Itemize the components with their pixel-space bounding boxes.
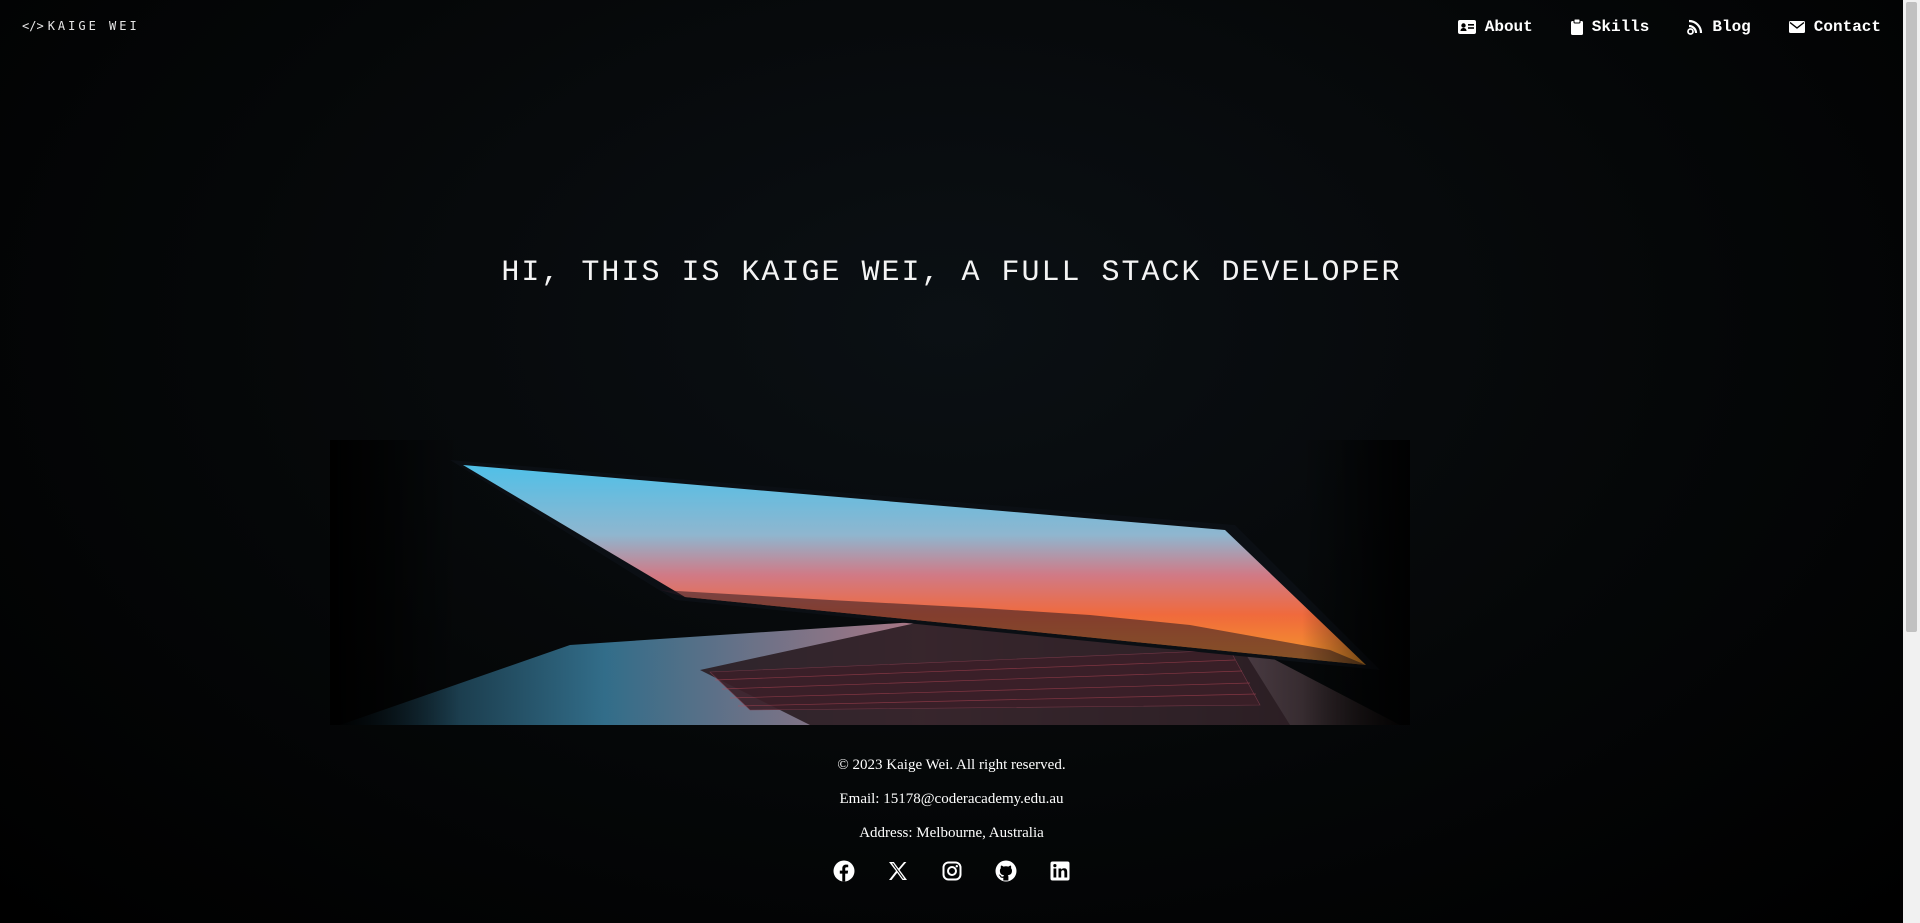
site-footer: © 2023 Kaige Wei. All right reserved. Em… (0, 756, 1903, 884)
main-nav: About Skills Blog Contact (1457, 18, 1881, 36)
envelope-icon (1788, 21, 1805, 33)
page: </> KAIGE WEI About Skills Blog Contact … (0, 0, 1903, 923)
hero-headline: HI, THIS IS KAIGE WEI, A FULL STACK DEVE… (501, 256, 1402, 290)
clipboard-icon (1570, 19, 1583, 35)
logo-text: KAIGE WEI (47, 19, 140, 33)
hero-laptop-image (330, 440, 1410, 725)
scrollbar-thumb[interactable] (1906, 2, 1917, 632)
site-logo[interactable]: </> KAIGE WEI (22, 19, 140, 33)
blog-icon (1687, 19, 1703, 35)
copyright-text: © 2023 Kaige Wei. All right reserved. (837, 757, 1066, 773)
nav-label-contact: Contact (1813, 18, 1881, 36)
address-text: Address: Melbourne, Australia (859, 825, 1044, 841)
facebook-icon[interactable] (831, 858, 857, 884)
linkedin-icon[interactable] (1047, 858, 1073, 884)
id-card-icon (1457, 20, 1476, 34)
nav-label-blog: Blog (1712, 18, 1751, 36)
nav-item-skills[interactable]: Skills (1570, 18, 1650, 36)
social-links (0, 858, 1903, 884)
nav-label-about: About (1484, 18, 1533, 36)
nav-item-blog[interactable]: Blog (1687, 18, 1751, 36)
nav-item-contact[interactable]: Contact (1788, 18, 1881, 36)
email-text[interactable]: Email: 15178@coderacademy.edu.au (0, 790, 1903, 808)
vertical-scrollbar[interactable] (1903, 0, 1920, 923)
x-icon[interactable] (885, 858, 911, 884)
instagram-icon[interactable] (939, 858, 965, 884)
nav-item-about[interactable]: About (1457, 18, 1533, 36)
nav-label-skills: Skills (1591, 18, 1650, 36)
github-icon[interactable] (993, 858, 1019, 884)
code-icon: </> (22, 19, 44, 33)
